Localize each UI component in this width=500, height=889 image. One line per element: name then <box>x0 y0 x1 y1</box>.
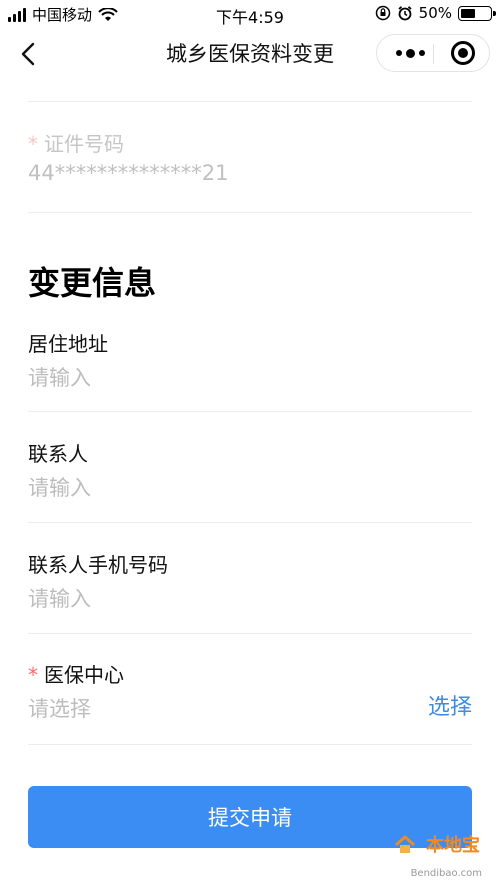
nav-bar: 城乡医保资料变更 <box>0 28 500 78</box>
divider <box>28 101 472 102</box>
watermark-site: Bendibao.com <box>410 868 482 879</box>
id-number-value: 44**************21 <box>28 161 229 185</box>
divider <box>28 522 472 523</box>
medical-center-select[interactable]: 请选择 <box>28 693 91 723</box>
watermark-text: 本地宝 <box>426 835 480 856</box>
contact-phone-input[interactable]: 请输入 <box>28 583 91 613</box>
select-button[interactable]: 选择 <box>428 689 472 721</box>
mini-program-capsule <box>376 34 490 72</box>
battery-icon <box>458 5 496 21</box>
more-menu-icon[interactable] <box>387 35 433 71</box>
medical-center-label-text: 医保中心 <box>44 663 124 687</box>
divider <box>28 744 472 745</box>
status-bar: 中国移动 下午4:59 50% <box>0 0 500 28</box>
alarm-icon <box>398 6 412 21</box>
contact-phone-label: 联系人手机号码 <box>28 553 168 577</box>
address-label: 居住地址 <box>28 332 108 356</box>
divider <box>28 633 472 634</box>
contact-label: 联系人 <box>28 442 88 466</box>
contact-input[interactable]: 请输入 <box>28 472 91 502</box>
battery-percent: 50% <box>418 4 452 22</box>
medical-center-label: * 医保中心 <box>28 659 124 688</box>
status-right: 50% <box>375 4 496 22</box>
id-number-label: * 证件号码 <box>28 128 124 157</box>
divider <box>28 212 472 213</box>
required-mark: * <box>28 132 38 156</box>
orientation-lock-icon <box>375 5 390 21</box>
id-number-label-text: 证件号码 <box>44 132 124 156</box>
close-miniprogram-icon[interactable] <box>451 41 475 65</box>
watermark: 本地宝 Bendibao.com <box>394 831 486 881</box>
house-logo-icon <box>395 835 415 853</box>
capsule-divider <box>433 44 434 64</box>
divider <box>28 411 472 412</box>
battery-fill <box>461 8 475 18</box>
required-mark: * <box>28 663 38 687</box>
address-input[interactable]: 请输入 <box>28 362 91 392</box>
section-title: 变更信息 <box>28 264 157 302</box>
